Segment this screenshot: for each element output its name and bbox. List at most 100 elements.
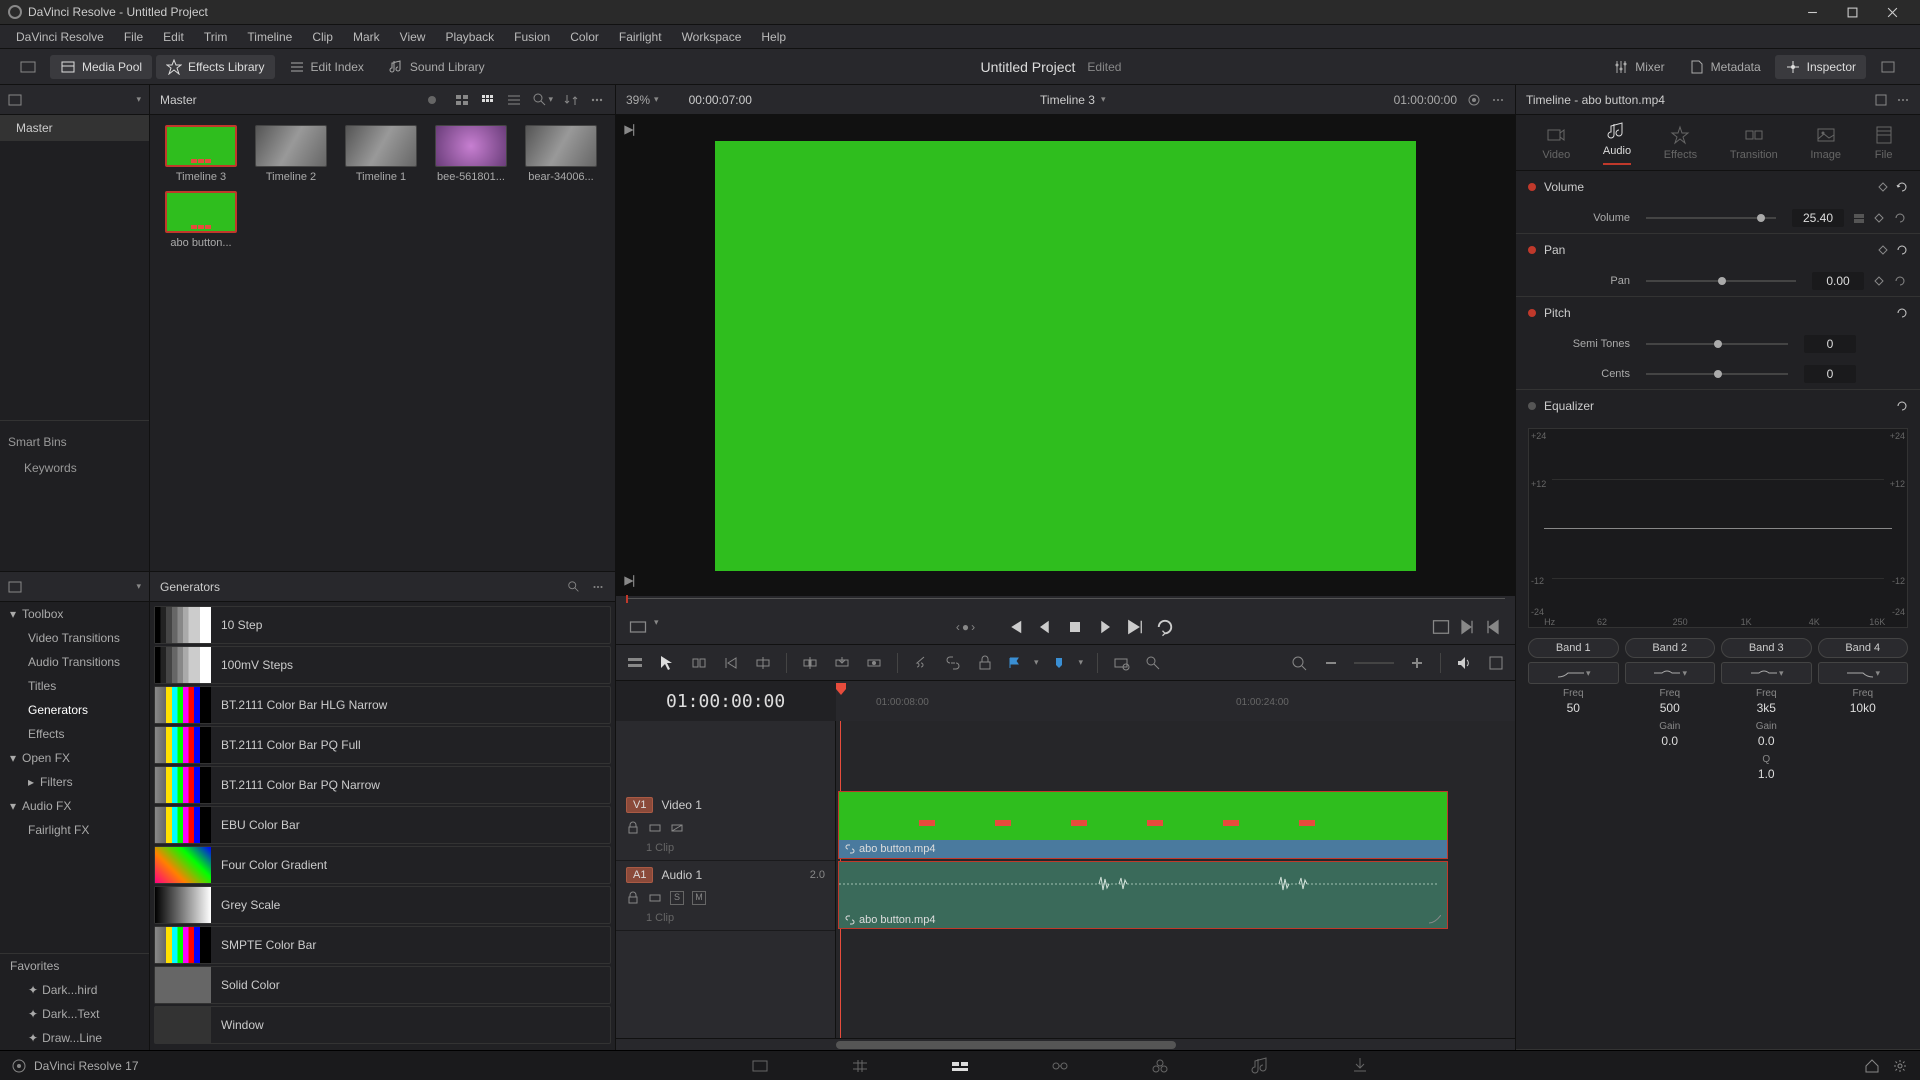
more-icon[interactable] bbox=[1491, 93, 1505, 107]
viewer-zoom[interactable]: 39% bbox=[626, 93, 659, 107]
inspector-tab-effects[interactable]: Effects bbox=[1664, 125, 1697, 161]
playhead-icon[interactable] bbox=[836, 683, 846, 695]
match-frame-in-icon[interactable] bbox=[622, 123, 636, 137]
expand-icon[interactable] bbox=[1874, 93, 1888, 107]
bypass-icon[interactable] bbox=[1467, 93, 1481, 107]
full-screen-icon[interactable] bbox=[1431, 617, 1451, 637]
pan-value[interactable]: 0.00 bbox=[1812, 272, 1864, 290]
clip-thumb[interactable]: bee-561801... bbox=[430, 125, 512, 183]
band-shape-selector[interactable] bbox=[1625, 662, 1716, 684]
track-auto-select-icon[interactable] bbox=[648, 821, 662, 835]
full-screen-button[interactable] bbox=[1870, 55, 1906, 79]
fx-generator-item[interactable]: 100mV Steps bbox=[154, 646, 611, 684]
fx-generator-item[interactable]: BT.2111 Color Bar HLG Narrow bbox=[154, 686, 611, 724]
reset-icon[interactable] bbox=[1896, 181, 1908, 193]
fx-generator-item[interactable]: BT.2111 Color Bar PQ Full bbox=[154, 726, 611, 764]
timeline-ruler[interactable]: 01:00:08:00 01:00:24:00 bbox=[836, 681, 1515, 721]
section-pitch[interactable]: Pitch bbox=[1544, 306, 1888, 320]
more-icon[interactable] bbox=[589, 92, 605, 108]
band-freq[interactable]: 500 bbox=[1660, 699, 1680, 717]
menu-clip[interactable]: Clip bbox=[302, 30, 343, 44]
menu-edit[interactable]: Edit bbox=[153, 30, 194, 44]
reset-icon[interactable] bbox=[1896, 400, 1908, 412]
selection-tool-icon[interactable] bbox=[658, 654, 676, 672]
fx-tree-video-transitions[interactable]: Video Transitions bbox=[0, 626, 149, 650]
sound-library-toggle[interactable]: Sound Library bbox=[378, 55, 495, 79]
prev-clip-nav[interactable]: ‹ bbox=[956, 620, 960, 634]
metadata-toggle[interactable]: Metadata bbox=[1679, 55, 1771, 79]
band-gain[interactable]: 0.0 bbox=[1661, 732, 1678, 750]
flag-blue-icon[interactable] bbox=[1008, 657, 1020, 669]
band-shape-selector[interactable] bbox=[1528, 662, 1619, 684]
strip-view-icon[interactable] bbox=[506, 92, 522, 108]
minimize-button[interactable] bbox=[1792, 0, 1832, 25]
viewer-timeline-dropdown[interactable] bbox=[1101, 94, 1106, 105]
insert-mode-icon[interactable] bbox=[628, 617, 648, 637]
search-icon[interactable] bbox=[532, 92, 548, 108]
marker-dropdown[interactable] bbox=[1079, 657, 1084, 668]
close-button[interactable] bbox=[1872, 0, 1912, 25]
band-toggle[interactable]: Band 1 bbox=[1528, 638, 1619, 658]
insert-mode-dropdown[interactable] bbox=[654, 617, 659, 637]
reset-icon[interactable] bbox=[1894, 212, 1906, 224]
play-icon[interactable] bbox=[1095, 617, 1115, 637]
trim-tool-icon[interactable] bbox=[690, 654, 708, 672]
inspector-tab-file[interactable]: File bbox=[1874, 125, 1894, 161]
deliver-page-icon[interactable] bbox=[1350, 1056, 1370, 1076]
video-clip[interactable]: abo button.mp4 bbox=[838, 791, 1448, 859]
eq-graph[interactable]: +24 +24 +12 +12 -12 -12 -24 -24 Hz 62 25… bbox=[1528, 428, 1908, 628]
fx-panel-icon[interactable] bbox=[8, 580, 22, 594]
cut-page-icon[interactable] bbox=[850, 1056, 870, 1076]
menu-mark[interactable]: Mark bbox=[343, 30, 390, 44]
prev-edit-icon[interactable] bbox=[1483, 617, 1503, 637]
clip-thumb[interactable]: Timeline 1 bbox=[340, 125, 422, 183]
timeline-view-options-icon[interactable] bbox=[626, 654, 644, 672]
fx-panel-dropdown[interactable] bbox=[136, 581, 141, 592]
menu-trim[interactable]: Trim bbox=[194, 30, 238, 44]
go-last-icon[interactable] bbox=[1125, 617, 1145, 637]
lock-icon[interactable] bbox=[976, 654, 994, 672]
fx-generator-item[interactable]: Solid Color bbox=[154, 966, 611, 1004]
fx-tree-fairlightfx[interactable]: Fairlight FX bbox=[0, 818, 149, 842]
audio-clip[interactable]: abo button.mp4 bbox=[838, 861, 1448, 929]
edit-index-toggle[interactable]: Edit Index bbox=[279, 55, 374, 79]
menu-fairlight[interactable]: Fairlight bbox=[609, 30, 672, 44]
sort-icon[interactable] bbox=[563, 92, 579, 108]
search-options[interactable] bbox=[548, 94, 553, 105]
fx-tree-audiofx[interactable]: ▾Audio FX bbox=[0, 794, 149, 818]
keyframe-icon[interactable] bbox=[1874, 213, 1884, 223]
flag-dropdown[interactable] bbox=[1034, 657, 1039, 668]
menu-davinci[interactable]: DaVinci Resolve bbox=[6, 30, 114, 44]
timeline-body[interactable]: abo button.mp4 abo button.mp4 bbox=[836, 721, 1515, 1038]
fx-generator-item[interactable]: Window bbox=[154, 1006, 611, 1044]
band-freq[interactable]: 50 bbox=[1567, 699, 1580, 717]
fx-favorite-item[interactable]: ✦Dark...hird bbox=[0, 978, 149, 1002]
fx-tree-filters[interactable]: ▸Filters bbox=[0, 770, 149, 794]
fx-tree-audio-transitions[interactable]: Audio Transitions bbox=[0, 650, 149, 674]
menu-color[interactable]: Color bbox=[560, 30, 609, 44]
marker-blue-icon[interactable] bbox=[1053, 657, 1065, 669]
section-volume[interactable]: Volume bbox=[1544, 180, 1870, 194]
menu-playback[interactable]: Playback bbox=[435, 30, 504, 44]
fx-tree-openfx[interactable]: ▾Open FX bbox=[0, 746, 149, 770]
more-icon[interactable] bbox=[1896, 93, 1910, 107]
match-frame-out-icon[interactable] bbox=[622, 574, 636, 588]
reset-icon[interactable] bbox=[1896, 307, 1908, 319]
band-toggle[interactable]: Band 2 bbox=[1625, 638, 1716, 658]
band-q[interactable]: 1.0 bbox=[1758, 765, 1775, 783]
fx-favorite-item[interactable]: ✦Draw...Line bbox=[0, 1026, 149, 1050]
track-lock-icon[interactable] bbox=[626, 891, 640, 905]
fx-generator-item[interactable]: BT.2111 Color Bar PQ Narrow bbox=[154, 766, 611, 804]
stop-icon[interactable] bbox=[1065, 617, 1085, 637]
band-freq[interactable]: 3k5 bbox=[1757, 699, 1776, 717]
color-page-icon[interactable] bbox=[1150, 1056, 1170, 1076]
audio-monitor-icon[interactable] bbox=[1455, 654, 1473, 672]
next-clip-nav[interactable]: › bbox=[971, 620, 975, 634]
inspector-tab-audio[interactable]: Audio bbox=[1603, 121, 1631, 165]
razor-icon[interactable] bbox=[912, 654, 930, 672]
search-icon[interactable] bbox=[567, 580, 581, 594]
bin-master[interactable]: Master bbox=[0, 115, 149, 141]
layout-preset-button[interactable] bbox=[10, 55, 46, 79]
insert-clip-icon[interactable] bbox=[801, 654, 819, 672]
cents-value[interactable]: 0 bbox=[1804, 365, 1856, 383]
